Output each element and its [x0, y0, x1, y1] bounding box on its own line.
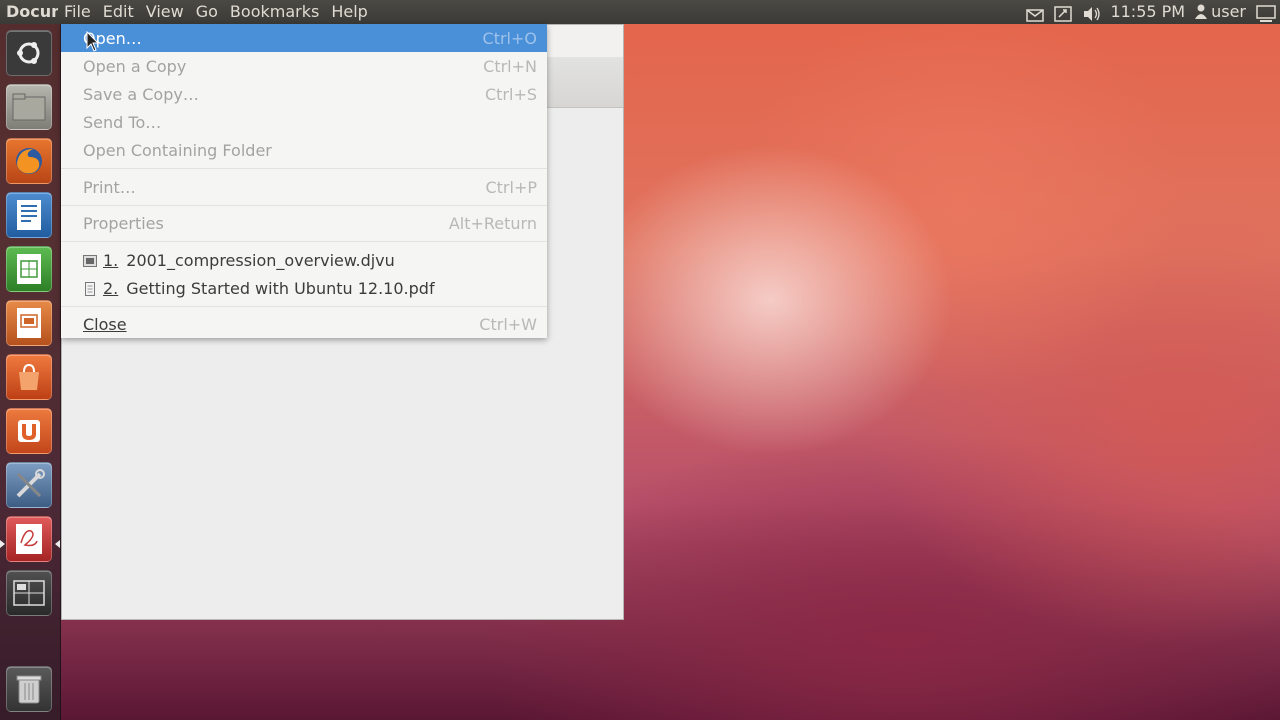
launcher-trash[interactable] [6, 666, 52, 712]
clock[interactable]: 11:55 PM [1110, 0, 1185, 24]
launcher-workspace-switcher[interactable] [6, 570, 52, 616]
writer-icon [17, 200, 41, 230]
running-indicator-icon [0, 540, 5, 548]
launcher-impress[interactable] [6, 300, 52, 346]
menu-item-recent-1[interactable]: 1. 2001_compression_overview.djvu [61, 246, 547, 274]
calc-icon [17, 254, 41, 284]
menu-item-label: Save a Copy… [83, 84, 199, 104]
menu-edit[interactable]: Edit [97, 0, 140, 24]
menu-item-accel: Ctrl+P [485, 177, 537, 197]
launcher-software-center[interactable] [6, 354, 52, 400]
launcher-system-settings[interactable] [6, 462, 52, 508]
launcher-writer[interactable] [6, 192, 52, 238]
menu-item-accel: Alt+Return [448, 213, 537, 233]
user-menu[interactable]: user [1195, 0, 1246, 24]
menu-item-label: Open a Copy [83, 56, 187, 76]
menu-separator [61, 306, 547, 307]
menu-item-label: Getting Started with Ubuntu 12.10.pdf [126, 278, 435, 298]
keyboard-icon[interactable] [1054, 5, 1073, 22]
launcher-firefox[interactable] [6, 138, 52, 184]
menu-view[interactable]: View [140, 0, 190, 24]
menu-file[interactable]: File [58, 0, 97, 24]
user-icon [1195, 4, 1208, 19]
recent-number: 1. [103, 250, 119, 270]
menu-item-print[interactable]: Print… Ctrl+P [61, 173, 547, 201]
trash-icon [16, 675, 42, 704]
recent-number: 2. [103, 278, 119, 298]
menu-help[interactable]: Help [325, 0, 373, 24]
menu-item-open-a-copy[interactable]: Open a Copy Ctrl+N [61, 52, 547, 80]
ubuntu-one-icon [18, 420, 40, 442]
menu-item-send-to[interactable]: Send To… [61, 108, 547, 136]
ubuntu-logo-icon [17, 42, 40, 64]
pdf-file-icon [83, 281, 97, 296]
launcher-document-viewer[interactable] [6, 516, 52, 562]
impress-icon [17, 308, 41, 338]
volume-icon[interactable] [1082, 5, 1101, 21]
menu-item-accel: Ctrl+W [479, 314, 537, 334]
system-settings-icon[interactable] [1256, 5, 1276, 22]
workspace-icon [13, 580, 45, 606]
menubar: File Edit View Go Bookmarks Help [58, 0, 374, 24]
folder-icon [12, 93, 46, 121]
menu-item-label: 2001_compression_overview.djvu [126, 250, 395, 270]
menu-item-label: Print… [83, 177, 136, 197]
launcher [0, 24, 61, 720]
mouse-pointer-icon [86, 30, 100, 53]
menu-item-properties[interactable]: Properties Alt+Return [61, 209, 547, 237]
menu-item-save-a-copy[interactable]: Save a Copy… Ctrl+S [61, 80, 547, 108]
menu-item-label: Send To… [83, 112, 162, 132]
focus-indicator-icon [55, 540, 60, 548]
menu-item-open-containing-folder[interactable]: Open Containing Folder [61, 136, 547, 164]
firefox-icon [16, 148, 42, 174]
top-panel: Docun File Edit View Go Bookmarks Help 1… [0, 0, 1280, 24]
launcher-ubuntu-one[interactable] [6, 408, 52, 454]
indicator-area: 11:55 PM user [1026, 0, 1280, 24]
document-viewer-icon [16, 524, 42, 554]
menu-item-accel: Ctrl+O [482, 28, 537, 48]
menu-item-open[interactable]: Open… Ctrl+O [61, 24, 547, 52]
launcher-dash-home[interactable] [6, 30, 52, 76]
menu-item-label: Close [83, 314, 127, 334]
launcher-calc[interactable] [6, 246, 52, 292]
menu-bookmarks[interactable]: Bookmarks [224, 0, 325, 24]
menu-item-recent-2[interactable]: 2. Getting Started with Ubuntu 12.10.pdf [61, 274, 547, 302]
shopping-bag-icon [19, 363, 39, 390]
menu-separator [61, 241, 547, 242]
menu-go[interactable]: Go [190, 0, 224, 24]
app-title: Docun [6, 2, 58, 21]
menu-separator [61, 205, 547, 206]
menu-item-label: Open Containing Folder [83, 140, 272, 160]
menu-item-label: Open… [83, 28, 142, 48]
file-menu-dropdown: Open… Ctrl+O Open a Copy Ctrl+N Save a C… [61, 24, 547, 338]
menu-item-accel: Ctrl+N [483, 56, 537, 76]
launcher-files[interactable] [6, 84, 52, 130]
user-name: user [1211, 2, 1246, 21]
menu-item-accel: Ctrl+S [484, 84, 537, 104]
mail-icon[interactable] [1026, 5, 1045, 22]
menu-item-label: Properties [83, 213, 164, 233]
menu-item-close[interactable]: Close Ctrl+W [61, 310, 547, 338]
menu-separator [61, 168, 547, 169]
tools-icon [16, 469, 45, 498]
djvu-file-icon [83, 253, 97, 267]
